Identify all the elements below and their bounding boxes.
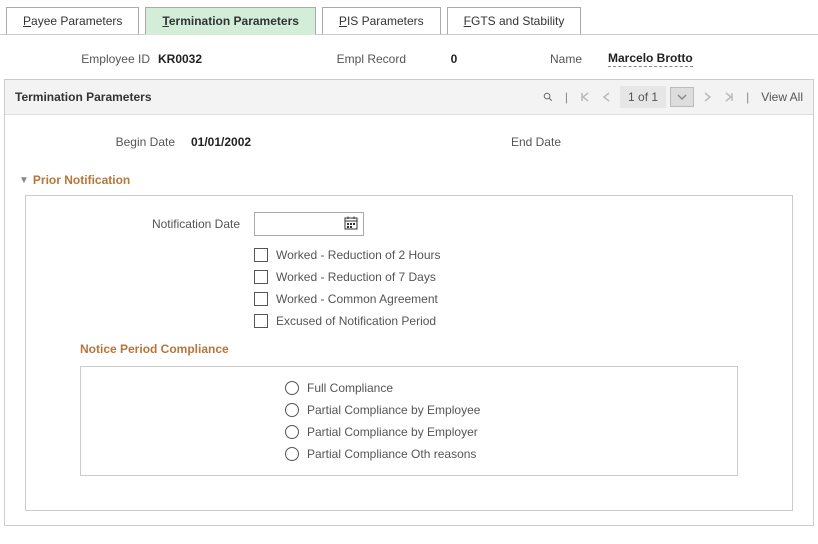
- prior-notification-section: Notification Date Worked - Reduction of …: [25, 195, 793, 511]
- radio-partial-employee[interactable]: Partial Compliance by Employee: [285, 403, 723, 417]
- view-all-link[interactable]: View All: [761, 90, 803, 104]
- tab-label-rest: GTS and Stability: [471, 14, 564, 28]
- nav-controls: | 1 of 1 | View All: [539, 86, 803, 108]
- panel-title: Termination Parameters: [15, 90, 152, 104]
- end-date-label: End Date: [471, 135, 561, 149]
- checkbox-icon: [254, 292, 268, 306]
- checkbox-worked-reduction-7days[interactable]: Worked - Reduction of 7 Days: [254, 270, 778, 284]
- tab-termination-parameters[interactable]: Termination Parameters: [145, 7, 316, 35]
- nav-separator: |: [742, 88, 753, 106]
- radio-label: Partial Compliance Oth reasons: [307, 447, 476, 461]
- dates-row: Begin Date 01/01/2002 End Date: [5, 115, 813, 169]
- begin-date-label: Begin Date: [45, 135, 175, 149]
- checkbox-icon: [254, 248, 268, 262]
- tab-label-rest: IS Parameters: [347, 14, 424, 28]
- checkbox-excused-notification-period[interactable]: Excused of Notification Period: [254, 314, 778, 328]
- last-page-icon[interactable]: [720, 90, 738, 104]
- radio-label: Full Compliance: [307, 381, 393, 395]
- tab-bar: Payee Parameters Termination Parameters …: [0, 0, 818, 35]
- radio-icon: [285, 403, 299, 417]
- checkbox-label: Worked - Reduction of 7 Days: [276, 270, 436, 284]
- notification-date-input[interactable]: [254, 212, 364, 236]
- checkbox-worked-common-agreement[interactable]: Worked - Common Agreement: [254, 292, 778, 306]
- tab-payee-parameters[interactable]: Payee Parameters: [6, 7, 139, 35]
- tab-label-rest: ayee Parameters: [31, 14, 122, 28]
- end-date-value: [577, 135, 737, 149]
- tab-label-underline: P: [23, 14, 31, 28]
- checkbox-icon: [254, 314, 268, 328]
- employee-info-row: Employee ID KR0032 Empl Record 0 Name Ma…: [0, 35, 818, 79]
- nav-separator: |: [561, 88, 572, 106]
- termination-panel: Termination Parameters | 1 of 1 |: [4, 79, 814, 526]
- caret-down-icon: ▼: [19, 175, 29, 186]
- checkbox-label: Worked - Common Agreement: [276, 292, 438, 306]
- notice-compliance-heading: Notice Period Compliance: [40, 328, 778, 366]
- first-page-icon[interactable]: [576, 90, 594, 104]
- checkbox-label: Excused of Notification Period: [276, 314, 436, 328]
- calendar-icon[interactable]: [343, 215, 359, 234]
- tab-label-underline: F: [464, 14, 471, 28]
- notification-date-label: Notification Date: [40, 217, 240, 231]
- prior-notification-heading: Prior Notification: [33, 173, 130, 187]
- checkbox-label: Worked - Reduction of 2 Hours: [276, 248, 441, 262]
- panel-header: Termination Parameters | 1 of 1 |: [5, 80, 813, 115]
- pager-dropdown-icon[interactable]: [670, 87, 694, 107]
- radio-icon: [285, 425, 299, 439]
- checkbox-icon: [254, 270, 268, 284]
- employee-id-label: Employee ID: [40, 52, 150, 66]
- tab-label-underline: P: [339, 14, 347, 28]
- empl-record-label: Empl Record: [306, 52, 406, 66]
- begin-date-value: 01/01/2002: [191, 135, 351, 149]
- radio-icon: [285, 381, 299, 395]
- page-indicator: 1 of 1: [620, 86, 666, 108]
- prior-notification-header[interactable]: ▼ Prior Notification: [5, 169, 813, 195]
- search-icon[interactable]: [539, 90, 557, 104]
- radio-label: Partial Compliance by Employer: [307, 425, 478, 439]
- prev-page-icon[interactable]: [598, 90, 616, 104]
- radio-icon: [285, 447, 299, 461]
- notification-date-row: Notification Date: [40, 210, 778, 238]
- employee-id-value: KR0032: [158, 52, 298, 66]
- notification-checkboxes: Worked - Reduction of 2 Hours Worked - R…: [254, 248, 778, 328]
- radio-partial-employer[interactable]: Partial Compliance by Employer: [285, 425, 723, 439]
- name-label: Name: [502, 52, 582, 66]
- empl-record-value: 0: [414, 52, 494, 66]
- radio-full-compliance[interactable]: Full Compliance: [285, 381, 723, 395]
- notice-compliance-radios: Full Compliance Partial Compliance by Em…: [285, 381, 723, 461]
- notice-compliance-section: Full Compliance Partial Compliance by Em…: [80, 366, 738, 476]
- tab-pis-parameters[interactable]: PIS Parameters: [322, 7, 441, 35]
- next-page-icon[interactable]: [698, 90, 716, 104]
- radio-partial-other-reasons[interactable]: Partial Compliance Oth reasons: [285, 447, 723, 461]
- tab-label-rest: ermination Parameters: [169, 14, 299, 28]
- tab-fgts-stability[interactable]: FGTS and Stability: [447, 7, 582, 35]
- name-value[interactable]: Marcelo Brotto: [608, 51, 693, 67]
- radio-label: Partial Compliance by Employee: [307, 403, 480, 417]
- checkbox-worked-reduction-2hours[interactable]: Worked - Reduction of 2 Hours: [254, 248, 778, 262]
